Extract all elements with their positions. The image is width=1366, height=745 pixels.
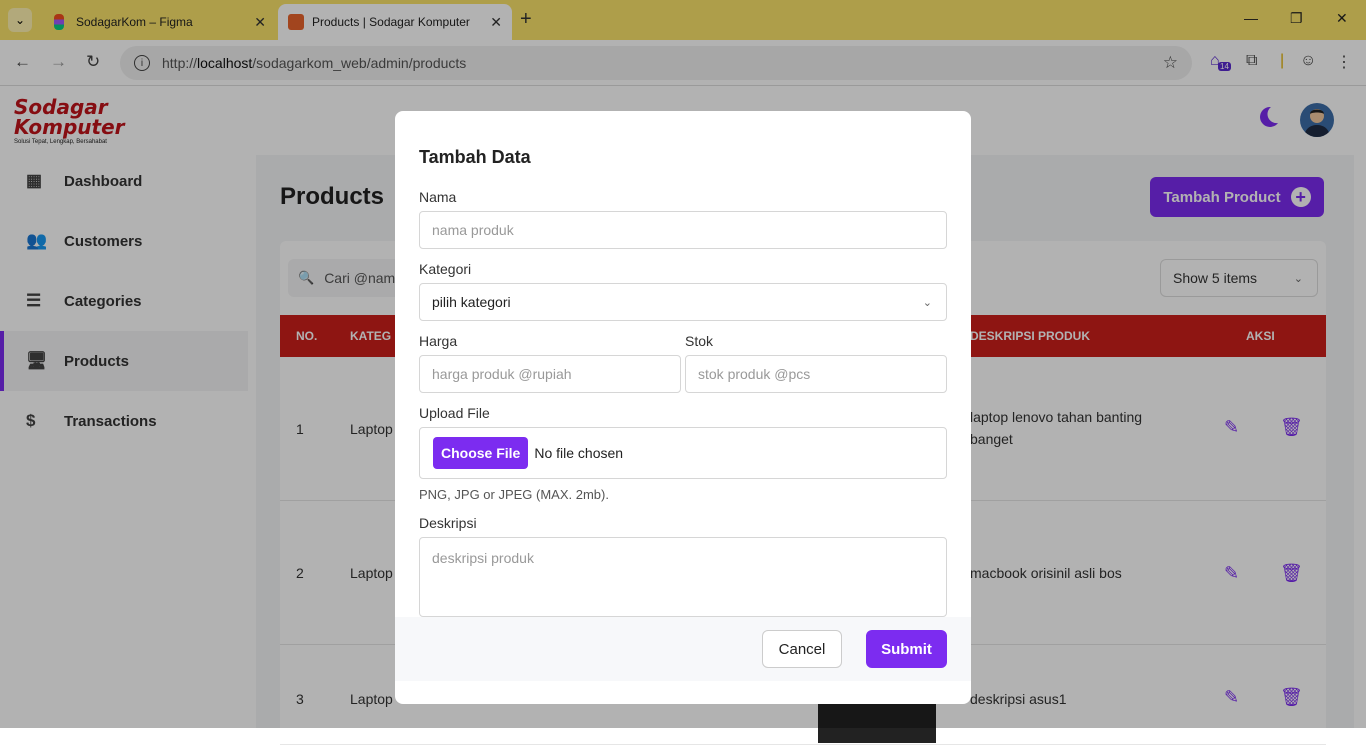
modal-footer: Cancel Submit — [395, 617, 971, 681]
choose-file-button[interactable]: Choose File — [433, 437, 529, 469]
harga-placeholder: harga produk @rupiah — [432, 366, 572, 382]
file-hint: PNG, JPG or JPEG (MAX. 2mb). — [419, 487, 609, 502]
no-file-text: No file chosen — [534, 445, 624, 461]
upload-label: Upload File — [419, 405, 490, 421]
nama-label: Nama — [419, 189, 457, 205]
kategori-select[interactable]: pilih kategori ⌄ — [419, 283, 947, 321]
stok-input[interactable]: stok produk @pcs — [685, 355, 947, 393]
harga-input[interactable]: harga produk @rupiah — [419, 355, 681, 393]
add-product-modal: Tambah Data Nama nama produk Kategori pi… — [395, 111, 971, 704]
stok-label: Stok — [685, 333, 714, 349]
nama-placeholder: nama produk — [432, 222, 514, 238]
modal-title: Tambah Data — [419, 147, 531, 167]
chevron-down-icon: ⌄ — [922, 296, 932, 309]
deskripsi-textarea[interactable]: deskripsi produk — [419, 537, 947, 617]
nama-input[interactable]: nama produk — [419, 211, 947, 249]
deskripsi-label: Deskripsi — [419, 515, 477, 531]
file-input[interactable]: Choose File No file chosen — [419, 427, 947, 479]
cancel-button[interactable]: Cancel — [762, 630, 842, 668]
submit-button[interactable]: Submit — [866, 630, 947, 668]
harga-label: Harga — [419, 333, 458, 349]
deskripsi-placeholder: deskripsi produk — [432, 550, 534, 566]
stok-placeholder: stok produk @pcs — [698, 366, 811, 382]
kategori-value: pilih kategori — [432, 294, 511, 310]
kategori-label: Kategori — [419, 261, 472, 277]
